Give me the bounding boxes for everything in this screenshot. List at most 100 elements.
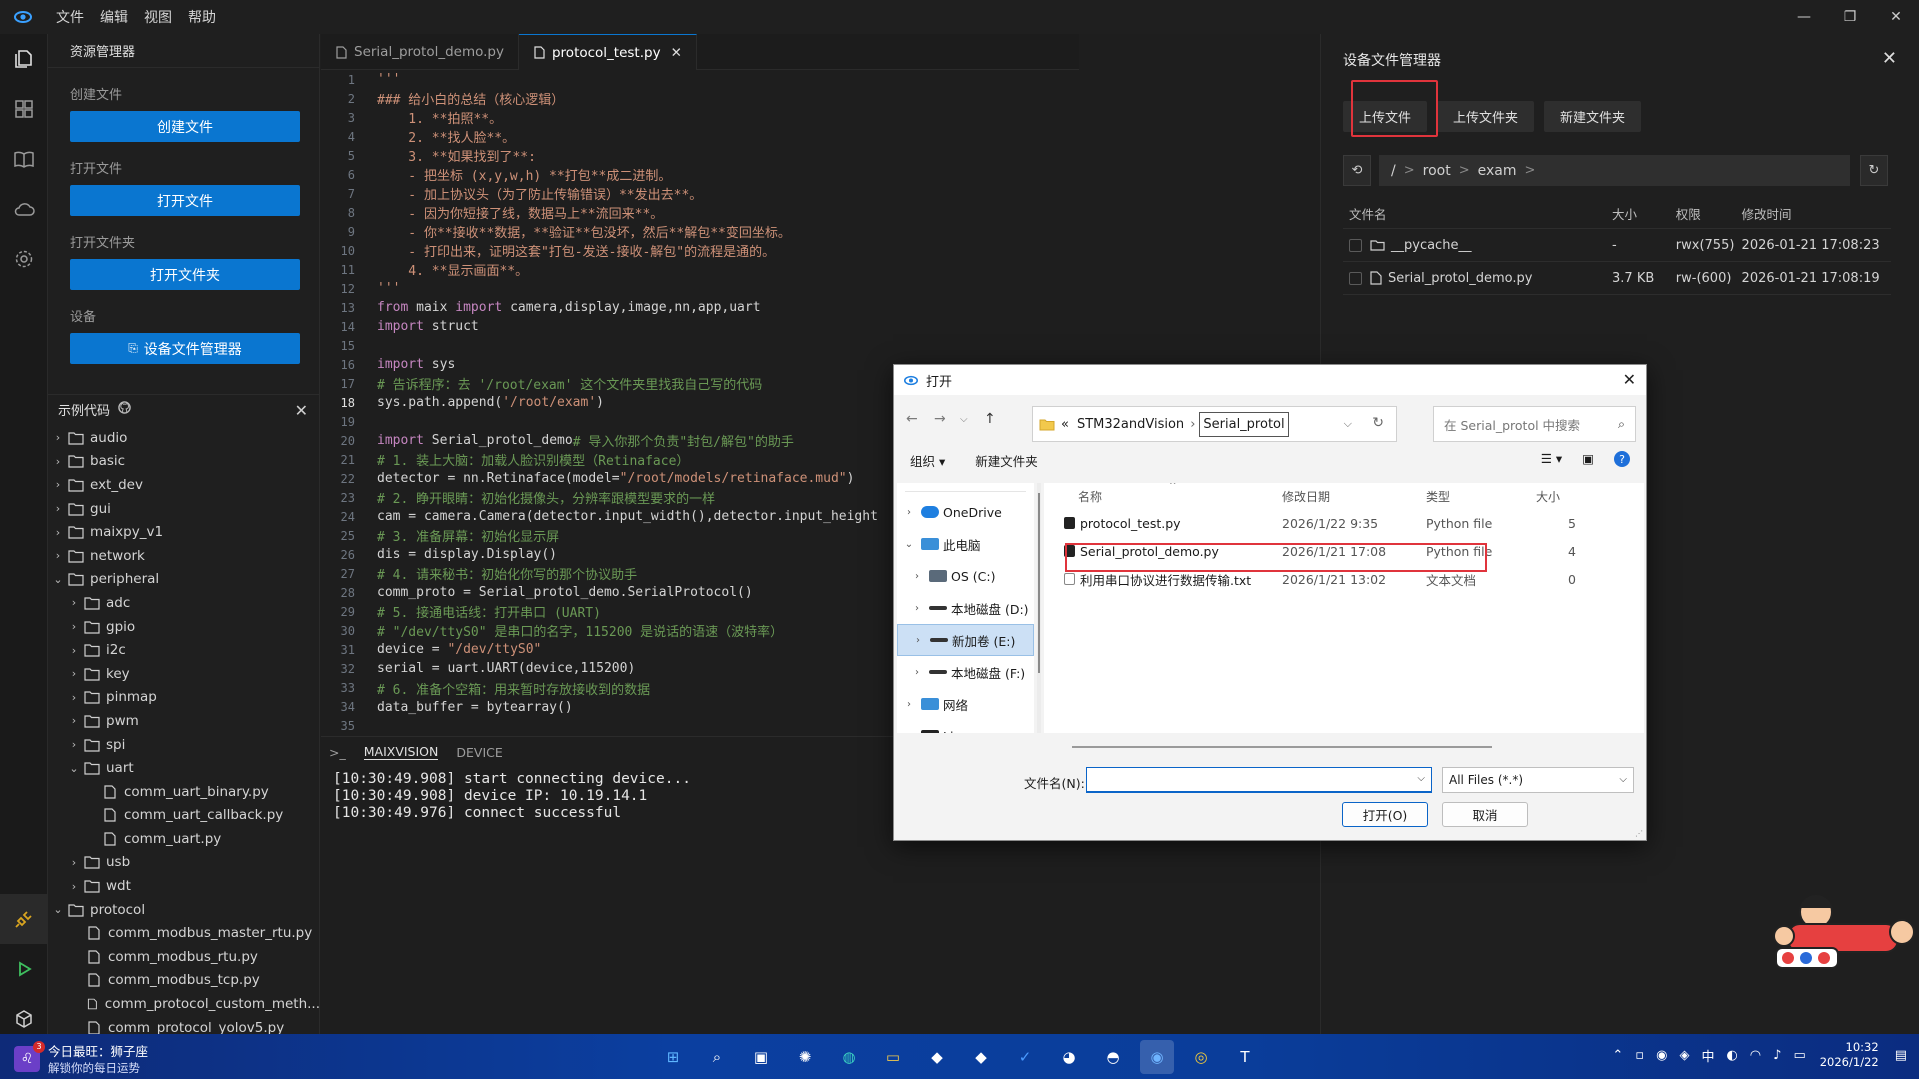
tab-serial-protol-demo[interactable]: Serial_protol_demo.py bbox=[321, 34, 519, 70]
tree-file[interactable]: comm_protocol_custom_meth... bbox=[48, 992, 319, 1016]
column-header[interactable]: 大小 bbox=[1612, 204, 1676, 223]
code-line[interactable]: 10 - 打印出来，证明这套"打包-发送-接收-解包"的流程是通的。 bbox=[321, 241, 1079, 261]
wifi-icon[interactable]: ◠ bbox=[1750, 1048, 1761, 1063]
nav-tree-item[interactable]: › 本地磁盘 (D:) bbox=[897, 592, 1034, 624]
chevron-right-icon[interactable]: › bbox=[52, 431, 64, 444]
cancel-button[interactable]: 取消 bbox=[1442, 802, 1528, 827]
chevron-right-icon[interactable]: › bbox=[68, 667, 80, 680]
chevron-right-icon[interactable]: › bbox=[901, 699, 917, 710]
help-icon[interactable]: ? bbox=[1614, 451, 1630, 467]
tab-protocol-test[interactable]: protocol_test.py ✕ bbox=[518, 34, 697, 70]
chevron-down-icon[interactable]: ⌄ bbox=[52, 573, 64, 586]
tab-maixvision[interactable]: MAIXVISION bbox=[363, 744, 439, 760]
notification-icon[interactable]: ▤ bbox=[1895, 1048, 1907, 1063]
tray-app-icon[interactable]: ◈ bbox=[1679, 1048, 1689, 1063]
tree-folder[interactable]: › gui bbox=[48, 497, 319, 521]
column-header[interactable]: 权限 bbox=[1676, 204, 1742, 223]
chevron-right-icon[interactable]: › bbox=[68, 644, 80, 657]
nav-tree-item[interactable]: › 新加卷 (E:) bbox=[897, 624, 1034, 656]
open-button[interactable]: 打开(O) bbox=[1342, 802, 1428, 827]
file-explorer-icon[interactable]: ▭ bbox=[876, 1040, 910, 1074]
close-panel-icon[interactable]: ✕ bbox=[1882, 48, 1897, 69]
typora-icon[interactable]: T bbox=[1228, 1040, 1262, 1074]
close-tab-icon[interactable]: ✕ bbox=[671, 45, 682, 61]
connect-plug-icon[interactable] bbox=[0, 894, 48, 944]
maixvision-icon[interactable]: ◉ bbox=[1140, 1040, 1174, 1074]
tree-file[interactable]: comm_modbus_rtu.py bbox=[48, 945, 319, 969]
tree-file[interactable]: comm_uart_callback.py bbox=[48, 804, 319, 828]
tree-folder[interactable]: ⌄ protocol bbox=[48, 898, 319, 922]
nav-tree-item[interactable]: › Linux bbox=[897, 720, 1034, 733]
create-file-button[interactable]: 创建文件 bbox=[70, 111, 300, 142]
tree-folder[interactable]: › ext_dev bbox=[48, 473, 319, 497]
nav-tree-item[interactable]: › OneDrive bbox=[897, 496, 1034, 528]
tree-folder[interactable]: › i2c bbox=[48, 638, 319, 662]
nav-tree-item[interactable]: ⌄ 此电脑 bbox=[897, 528, 1034, 560]
chevron-down-icon[interactable]: ⌵ bbox=[1417, 773, 1425, 784]
filename-input[interactable]: ⌵ bbox=[1086, 767, 1432, 793]
tree-folder[interactable]: › wdt bbox=[48, 874, 319, 898]
chevron-down-icon[interactable]: ⌄ bbox=[52, 903, 64, 916]
tree-folder[interactable]: › usb bbox=[48, 851, 319, 875]
chevron-right-icon[interactable]: › bbox=[909, 571, 925, 582]
path-exam[interactable]: exam bbox=[1478, 163, 1517, 179]
chevron-right-icon[interactable]: › bbox=[68, 691, 80, 704]
chevron-down-icon[interactable]: ⌄ bbox=[901, 539, 917, 550]
path-root[interactable]: / bbox=[1391, 163, 1396, 179]
qq-icon[interactable]: ◓ bbox=[1096, 1040, 1130, 1074]
chevron-right-icon[interactable]: › bbox=[909, 603, 925, 614]
chevron-right-icon[interactable]: › bbox=[68, 880, 80, 893]
code-line[interactable]: 5 3. **如果找到了**: bbox=[321, 146, 1079, 166]
windows-start-icon[interactable]: ⊞ bbox=[656, 1040, 690, 1074]
tree-file[interactable]: comm_uart.py bbox=[48, 827, 319, 851]
nav-tree-item[interactable]: › OS (C:) bbox=[897, 560, 1034, 592]
horizontal-scrollbar[interactable] bbox=[1072, 746, 1492, 748]
back-arrow-icon[interactable]: ← bbox=[906, 411, 918, 427]
widgets-button[interactable]: ♌ 3 今日最旺：狮子座 解锁你的每日运势 bbox=[14, 1040, 148, 1076]
tab-device[interactable]: DEVICE bbox=[456, 745, 502, 760]
code-line[interactable]: 11 4. **显示画面**。 bbox=[321, 260, 1079, 280]
up-arrow-icon[interactable]: ↑ bbox=[984, 411, 996, 427]
tree-folder[interactable]: › maixpy_v1 bbox=[48, 520, 319, 544]
app-icon[interactable]: ◆ bbox=[920, 1040, 954, 1074]
chrome-icon[interactable]: ◎ bbox=[1184, 1040, 1218, 1074]
tree-folder[interactable]: › audio bbox=[48, 426, 319, 450]
tray-overflow-icon[interactable]: ⌃ bbox=[1612, 1048, 1623, 1063]
resize-grip-icon[interactable]: ⋰ bbox=[1635, 829, 1643, 838]
chevron-right-icon[interactable]: › bbox=[901, 507, 917, 518]
code-line[interactable]: 15 bbox=[321, 336, 1079, 355]
preview-pane-icon[interactable]: ▣ bbox=[1582, 451, 1594, 467]
chevron-right-icon[interactable]: › bbox=[910, 635, 926, 646]
chevron-right-icon[interactable]: › bbox=[52, 478, 64, 491]
column-header[interactable]: 文件名 bbox=[1343, 204, 1612, 223]
app-icon[interactable]: ◆ bbox=[964, 1040, 998, 1074]
code-line[interactable]: 2 ### 给小白的总结（核心逻辑） bbox=[321, 89, 1079, 109]
upload-folder-button[interactable]: 上传文件夹 bbox=[1437, 101, 1535, 132]
menu-edit[interactable]: 编辑 bbox=[100, 7, 128, 27]
code-line[interactable]: 4 2. **找人脸**。 bbox=[321, 127, 1079, 147]
recent-chevron-icon[interactable]: ⌵ bbox=[960, 414, 968, 425]
tree-file[interactable]: comm_modbus_tcp.py bbox=[48, 969, 319, 993]
menu-view[interactable]: 视图 bbox=[144, 7, 172, 27]
chevron-right-icon[interactable]: › bbox=[909, 667, 925, 678]
chevron-right-icon[interactable]: › bbox=[68, 596, 80, 609]
column-header[interactable]: 大小 bbox=[1536, 488, 1576, 505]
forward-arrow-icon[interactable]: → bbox=[934, 411, 946, 427]
volume-icon[interactable]: ♪ bbox=[1773, 1048, 1781, 1063]
new-folder-button[interactable]: 新建文件夹 bbox=[975, 451, 1038, 470]
code-line[interactable]: 13 from maix import camera,display,image,… bbox=[321, 298, 1079, 317]
tree-file[interactable]: comm_modbus_master_rtu.py bbox=[48, 921, 319, 945]
column-header[interactable]: 类型 bbox=[1418, 488, 1536, 505]
tree-folder[interactable]: › spi bbox=[48, 733, 319, 757]
tree-folder[interactable]: ⌄ peripheral bbox=[48, 568, 319, 592]
file-row[interactable]: protocol_test.py 2026/1/22 9:35 Python fil… bbox=[1044, 509, 1644, 537]
tree-folder[interactable]: › pinmap bbox=[48, 686, 319, 710]
chevron-right-icon[interactable]: › bbox=[52, 549, 64, 562]
task-view-icon[interactable]: ▣ bbox=[744, 1040, 778, 1074]
nav-tree-item[interactable]: › 网络 bbox=[897, 688, 1034, 720]
crumb-current[interactable]: Serial_protol bbox=[1199, 411, 1289, 437]
explorer-icon[interactable] bbox=[0, 34, 48, 84]
minimize-button[interactable]: — bbox=[1781, 0, 1827, 34]
tree-folder[interactable]: › key bbox=[48, 662, 319, 686]
tree-file[interactable]: comm_protocol_yolov5.py bbox=[48, 1016, 319, 1034]
